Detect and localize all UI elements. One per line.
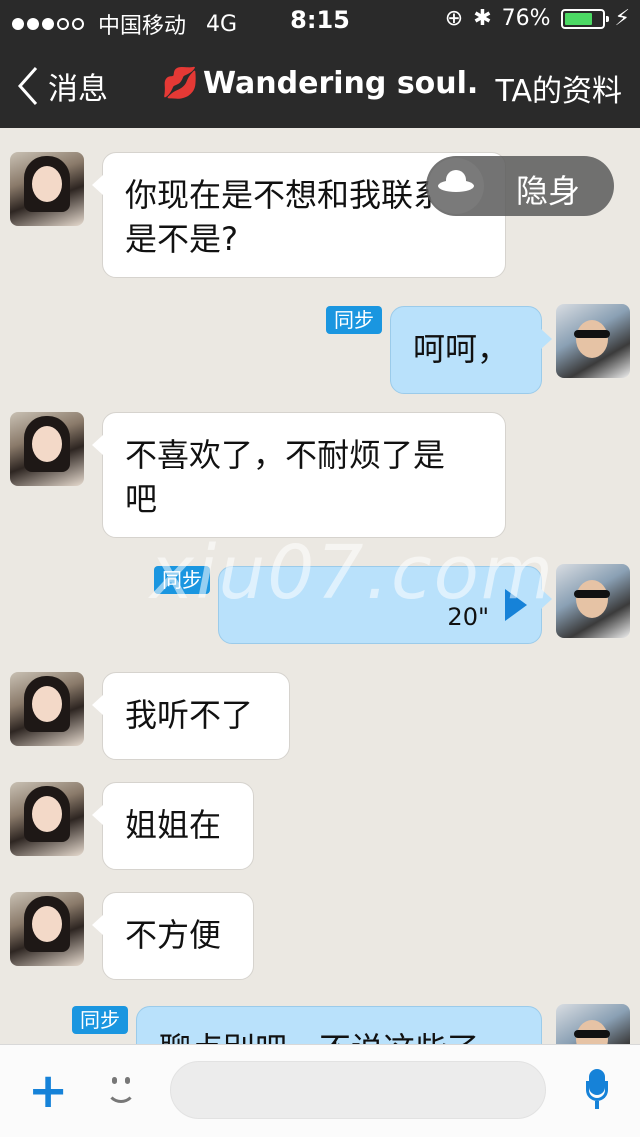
my-avatar[interactable] bbox=[556, 304, 630, 378]
message-bubble-incoming[interactable]: 不喜欢了，不耐烦了是 吧 bbox=[92, 412, 506, 538]
charging-icon: ⚡ bbox=[614, 6, 630, 31]
sync-badge: 同步 bbox=[326, 306, 382, 334]
message-bubble-incoming[interactable]: 不方便 bbox=[92, 892, 254, 980]
lips-icon: 💋 bbox=[161, 66, 200, 101]
battery-icon bbox=[560, 8, 609, 29]
ufo-icon bbox=[428, 158, 484, 214]
chat-area[interactable]: 你现在是不想和我联系了 是不是? 同步 呵呵， 不喜欢了，不耐烦了是 吧 同步 … bbox=[0, 128, 640, 1044]
stealth-label: 隐身 bbox=[516, 172, 581, 210]
contact-avatar[interactable] bbox=[10, 152, 84, 226]
status-bar: 中国移动 4G 8:15 ⊕ ✱ 76% ⚡ bbox=[0, 0, 640, 40]
nav-bar: 消息 💋 Wandering soul. TA的资料 bbox=[0, 40, 640, 128]
stealth-toggle[interactable]: 隐身 bbox=[426, 156, 614, 216]
message-bubble-incoming[interactable]: 我听不了 bbox=[92, 672, 290, 760]
microphone-icon[interactable] bbox=[586, 1069, 608, 1113]
message-bubble-outgoing[interactable]: 呵呵， bbox=[390, 306, 552, 394]
battery-percent: 76% bbox=[501, 6, 551, 31]
message-input[interactable] bbox=[170, 1061, 546, 1119]
chat-title-text: Wandering soul. bbox=[203, 66, 479, 101]
plus-icon[interactable]: + bbox=[28, 1067, 68, 1115]
status-right: ⊕ ✱ 76% ⚡ bbox=[445, 6, 630, 31]
message-bubble-outgoing[interactable]: 聊点别吧，不说这些了 bbox=[136, 1006, 542, 1044]
my-avatar[interactable] bbox=[556, 1004, 630, 1044]
contact-avatar[interactable] bbox=[10, 672, 84, 746]
input-bar: + bbox=[0, 1044, 640, 1137]
message-bubble-incoming[interactable]: 姐姐在 bbox=[92, 782, 254, 870]
top-bar: 中国移动 4G 8:15 ⊕ ✱ 76% ⚡ 消息 💋 Wandering sou… bbox=[0, 0, 640, 128]
sync-badge: 同步 bbox=[72, 1006, 128, 1034]
contact-avatar[interactable] bbox=[10, 892, 84, 966]
contact-avatar[interactable] bbox=[10, 412, 84, 486]
rotation-lock-icon: ⊕ bbox=[444, 6, 464, 31]
contact-avatar[interactable] bbox=[10, 782, 84, 856]
emoji-icon[interactable] bbox=[104, 1073, 138, 1107]
bluetooth-icon: ✱ bbox=[473, 6, 492, 31]
watermark: xiu07.com bbox=[150, 530, 555, 616]
my-avatar[interactable] bbox=[556, 564, 630, 638]
profile-link[interactable]: TA的资料 bbox=[495, 66, 622, 110]
